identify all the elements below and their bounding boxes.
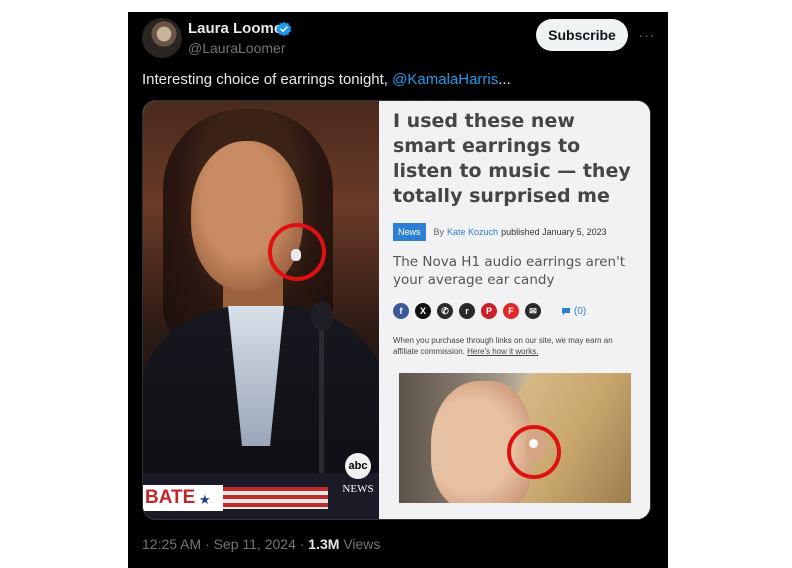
article-subhead: The Nova H1 audio earrings aren't your a…: [393, 254, 626, 288]
flipboard-icon: F: [503, 303, 519, 319]
article-screenshot: I used these new smart earrings to liste…: [379, 101, 650, 519]
tweet-text-suffix: ...: [498, 71, 511, 88]
more-options-icon[interactable]: ···: [634, 22, 660, 48]
highlight-circle: [268, 223, 326, 281]
mention-link[interactable]: @KamalaHarris: [392, 71, 498, 88]
comments-count: (0): [574, 305, 587, 317]
network-logo: abc NEWS: [341, 453, 375, 513]
network-news-text: NEWS: [342, 483, 374, 495]
share-icons-row: f X ✆ r P F ✉ (0): [393, 303, 638, 319]
article-author: Kate Kozuch: [447, 227, 499, 237]
tweet-text: Interesting choice of earrings tonight, …: [142, 71, 511, 88]
author-handle[interactable]: @LauraLoomer: [188, 40, 286, 56]
tweet-timestamp[interactable]: 12:25 AM · Sep 11, 2024 · 1.3M Views: [142, 536, 380, 552]
tweet-text-prefix: Interesting choice of earrings tonight,: [142, 71, 393, 88]
avatar[interactable]: [142, 18, 182, 58]
highlight-circle: [507, 425, 561, 479]
views-count: 1.3M: [308, 536, 340, 552]
earring-photo: [399, 373, 631, 503]
subscribe-button[interactable]: Subscribe: [536, 19, 628, 51]
tweet-card: Laura Loomer @LauraLoomer Subscribe ··· …: [128, 12, 668, 568]
article-date: published January 5, 2023: [501, 227, 607, 237]
tweet-time[interactable]: 12:25 AM · Sep 11, 2024 ·: [142, 536, 308, 552]
microphone: [311, 301, 333, 331]
views-label: Views: [339, 536, 381, 552]
abc-logo-icon: abc: [345, 453, 371, 479]
byline-label: By: [433, 227, 445, 237]
email-icon: ✉: [525, 303, 541, 319]
affiliate-disclaimer: When you purchase through links on our s…: [393, 335, 638, 357]
debate-photo: BATE ★ abc NEWS: [143, 101, 379, 519]
reddit-icon: r: [459, 303, 475, 319]
tweet-media-image[interactable]: BATE ★ abc NEWS I used these new smart e…: [142, 100, 651, 520]
x-icon: X: [415, 303, 431, 319]
comment-bubble-icon: [562, 307, 570, 315]
author-name[interactable]: Laura Loomer: [188, 20, 288, 37]
facebook-icon: f: [393, 303, 409, 319]
debate-banner-text: BATE: [143, 485, 223, 511]
disclaimer-link: Here's how it works.: [467, 347, 539, 356]
whatsapp-icon: ✆: [437, 303, 453, 319]
news-badge: News: [393, 223, 426, 241]
verified-badge-icon: [276, 21, 292, 37]
pinterest-icon: P: [481, 303, 497, 319]
article-meta: News By Kate Kozuch published January 5,…: [393, 223, 638, 241]
comments-indicator: (0): [561, 306, 586, 317]
star-icon: ★: [199, 492, 211, 507]
article-headline: I used these new smart earrings to liste…: [393, 110, 631, 207]
